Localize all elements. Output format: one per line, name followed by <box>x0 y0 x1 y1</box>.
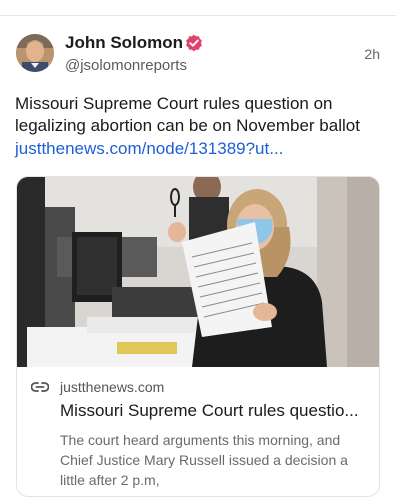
card-description: The court heard arguments this morning, … <box>60 432 348 488</box>
author-avatar[interactable] <box>16 34 54 72</box>
card-domain: justthenews.com <box>60 379 165 395</box>
link-icon <box>31 382 49 392</box>
link-preview-card[interactable]: justthenews.com Missouri Supreme Court r… <box>16 176 380 497</box>
card-title[interactable]: Missouri Supreme Court rules questio... <box>60 401 374 421</box>
author-name[interactable]: John Solomon <box>65 33 183 53</box>
author-handle[interactable]: @jsolomonreports <box>65 57 187 74</box>
post-timestamp: 2h <box>364 46 380 62</box>
verified-badge-icon <box>186 34 202 52</box>
top-divider <box>0 15 396 16</box>
post-text: Missouri Supreme Court rules question on… <box>15 94 360 135</box>
avatar-image <box>16 34 54 72</box>
post-link[interactable]: justthenews.com/node/131389?ut... <box>15 138 283 160</box>
card-image <box>17 177 379 367</box>
